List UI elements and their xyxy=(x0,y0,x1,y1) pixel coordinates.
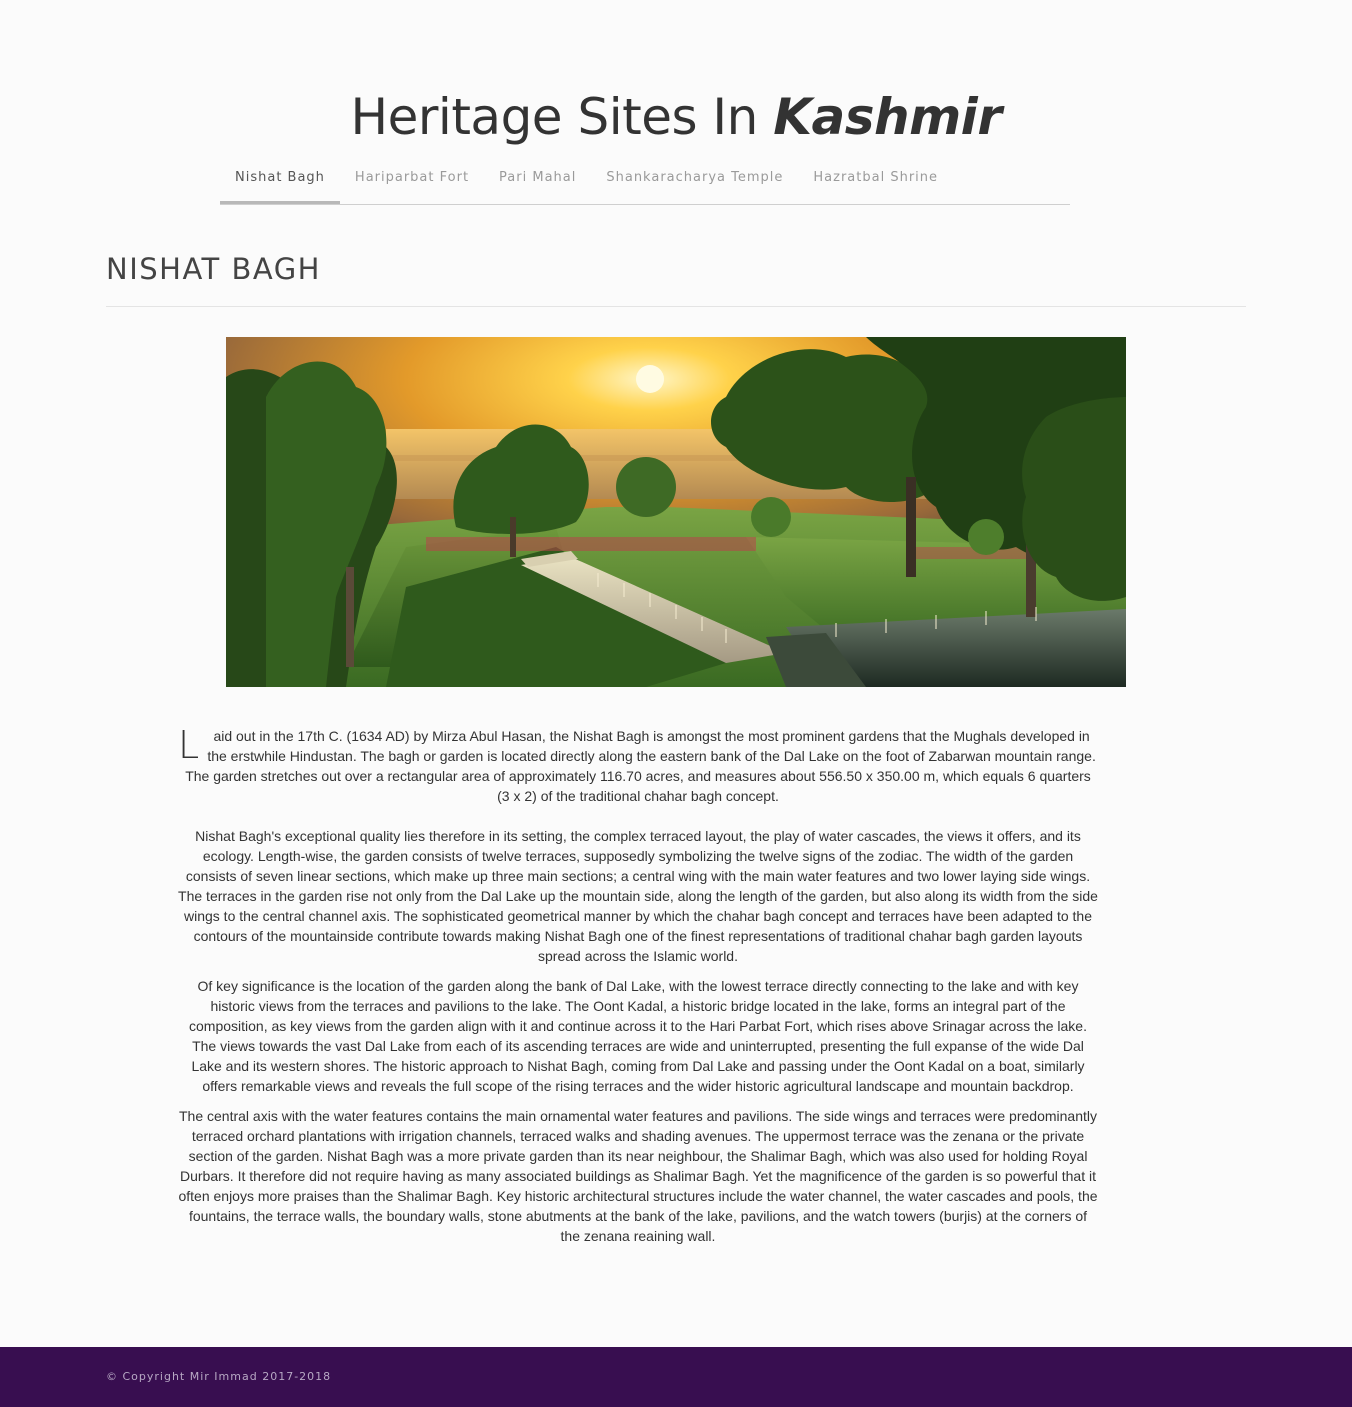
copyright-text: © Copyright Mir Immad 2017-2018 xyxy=(106,1370,332,1383)
nav-item-hazratbal-shrine[interactable]: Hazratbal Shrine xyxy=(798,160,953,204)
nav-item-shankaracharya-temple[interactable]: Shankaracharya Temple xyxy=(591,160,798,204)
site-title-emphasis: Kashmir xyxy=(773,88,1002,146)
drop-cap-letter: L xyxy=(178,723,200,767)
page-heading: NISHAT BAGH xyxy=(106,252,321,286)
article-body: Laid out in the 17th C. (1634 AD) by Mir… xyxy=(178,726,1098,1256)
nav-item-hariparbat-fort[interactable]: Hariparbat Fort xyxy=(340,160,484,204)
heading-divider xyxy=(106,306,1246,307)
hero-image xyxy=(226,337,1126,687)
main-navigation: Nishat Bagh Hariparbat Fort Pari Mahal S… xyxy=(220,160,1070,205)
paragraph-1: Laid out in the 17th C. (1634 AD) by Mir… xyxy=(178,726,1098,806)
paragraph-3: Of key significance is the location of t… xyxy=(189,978,1087,1094)
site-footer: © Copyright Mir Immad 2017-2018 xyxy=(0,1347,1352,1407)
nav-item-pari-mahal[interactable]: Pari Mahal xyxy=(484,160,591,204)
paragraph-2: Nishat Bagh's exceptional quality lies t… xyxy=(178,828,1098,964)
nav-item-nishat-bagh[interactable]: Nishat Bagh xyxy=(220,160,340,204)
site-title-main: Heritage Sites In xyxy=(350,88,774,146)
paragraph-4: The central axis with the water features… xyxy=(178,1108,1098,1244)
paragraph-1-text: aid out in the 17th C. (1634 AD) by Mirz… xyxy=(185,728,1096,804)
site-title: Heritage Sites In Kashmir xyxy=(0,86,1352,148)
